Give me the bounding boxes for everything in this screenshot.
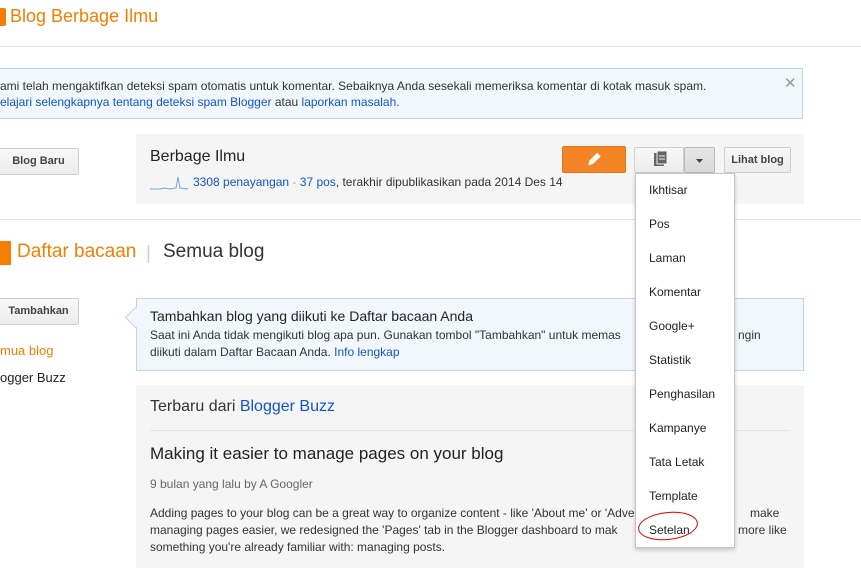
sidebar-item-blogger-buzz[interactable]: ogger Buzz: [0, 370, 66, 385]
close-icon[interactable]: ✕: [784, 74, 797, 92]
menu-item-posts[interactable]: Pos: [649, 217, 670, 231]
pageviews-sparkline: [150, 176, 189, 190]
post-text-line2-tail: more like: [738, 523, 787, 537]
pencil-icon: [588, 152, 601, 166]
learn-more-link[interactable]: elajari selengkapnya tentang deteksi spa…: [0, 95, 272, 109]
menu-item-pages[interactable]: Laman: [649, 251, 686, 265]
post-text-line1-tail: make: [750, 506, 780, 520]
report-problem-link[interactable]: laporkan masalah: [302, 95, 397, 109]
blogger-logo[interactable]: [0, 8, 6, 26]
blog-stats: 3308 penayangan - 37 pos, terakhir dipub…: [193, 175, 563, 189]
latest-prefix: Terbaru dari: [150, 398, 240, 415]
last-published-text: , terakhir dipublikasikan pada 2014 Des …: [335, 175, 563, 189]
menu-item-earnings[interactable]: Penghasilan: [649, 387, 715, 401]
reading-list-title: Daftar bacaan: [17, 241, 137, 262]
menu-item-campaigns[interactable]: Kampanye: [649, 421, 706, 435]
menu-item-stats[interactable]: Statistik: [649, 353, 691, 367]
post-text-line1: Adding pages to your blog can be a great…: [150, 506, 635, 520]
posts-link[interactable]: 37 pos: [300, 175, 336, 189]
menu-item-layout[interactable]: Tata Letak: [649, 455, 704, 469]
reading-list-subtitle: Semua blog: [163, 241, 265, 262]
caret-down-icon: [696, 159, 703, 163]
blogger-buzz-link[interactable]: Blogger Buzz: [240, 398, 335, 415]
new-blog-button[interactable]: Blog Baru: [0, 148, 79, 175]
latest-title: Terbaru dari Blogger Buzz: [150, 398, 335, 416]
page-title[interactable]: Blog Berbage Ilmu: [10, 4, 158, 28]
more-options-dropdown[interactable]: [684, 147, 715, 173]
info-text-line2: diikuti dalam Daftar Bacaan Anda. Info l…: [150, 345, 400, 359]
add-blog-button[interactable]: Tambahkan: [0, 298, 79, 325]
info-text-line1: Saat ini Anda tidak mengikuti blog apa p…: [150, 328, 621, 342]
info-text-line2-body: diikuti dalam Daftar Bacaan Anda.: [150, 345, 331, 359]
alert-text: ami telah mengaktifkan deteksi spam otom…: [0, 79, 707, 93]
pageviews-link[interactable]: 3308 penayangan: [193, 175, 289, 189]
pages-icon: [654, 150, 668, 166]
info-title: Tambahkan blog yang diikuti ke Daftar ba…: [150, 308, 473, 324]
info-text-line1-tail: ngin: [738, 328, 761, 342]
post-text-line2: managing pages easier, we redesigned the…: [150, 523, 618, 537]
alert-links: elajari selengkapnya tentang deteksi spa…: [0, 95, 400, 109]
sidebar-item-all-blogs[interactable]: mua blog: [0, 343, 53, 358]
stats-dash: -: [289, 175, 300, 189]
alert-or-text: atau: [271, 95, 302, 109]
pages-button[interactable]: [634, 147, 684, 173]
post-title[interactable]: Making it easier to manage pages on your…: [150, 444, 503, 464]
post-text-line3: something you're already familiar with: …: [150, 540, 446, 554]
alert-period: .: [396, 95, 400, 109]
view-blog-button[interactable]: Lihat blog: [724, 147, 791, 173]
new-post-button[interactable]: [562, 146, 626, 173]
reading-list-icon: [0, 241, 11, 265]
header-divider: [0, 46, 861, 47]
menu-item-google-plus[interactable]: Google+: [649, 319, 695, 333]
blog-name[interactable]: Berbage Ilmu: [150, 148, 245, 166]
post-meta: 9 bulan yang lalu by A Googler: [150, 477, 313, 491]
title-divider: |: [146, 243, 151, 264]
spam-alert: [0, 68, 803, 119]
menu-item-comments[interactable]: Komentar: [649, 285, 701, 299]
info-more-link[interactable]: Info lengkap: [334, 345, 399, 359]
menu-item-template[interactable]: Template: [649, 489, 698, 503]
menu-item-overview[interactable]: Ikhtisar: [649, 183, 688, 197]
